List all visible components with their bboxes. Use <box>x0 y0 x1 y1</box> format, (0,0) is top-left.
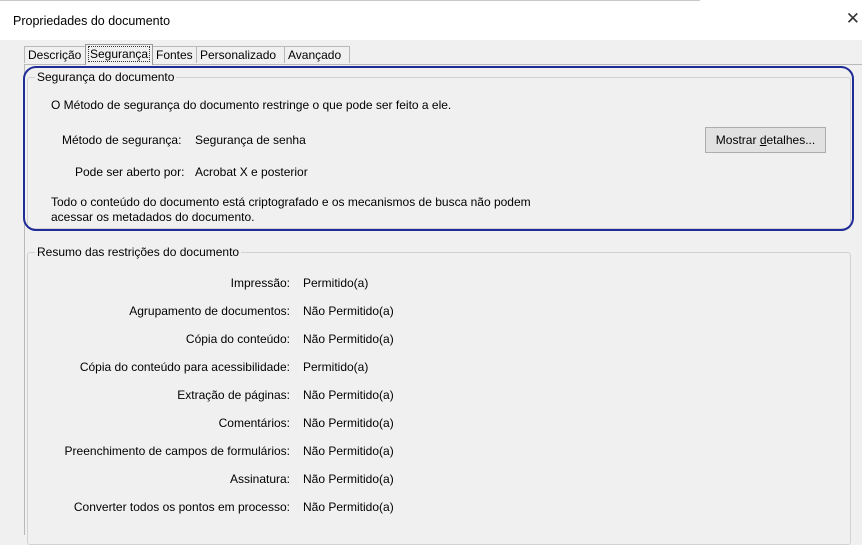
restriction-label-comentarios: Comentários: <box>218 416 290 430</box>
dialog-titlebar: Propriedades do documento ✕ <box>0 0 862 40</box>
restriction-label-impressao: Impressão: <box>230 276 290 290</box>
tab-label: Avançado <box>288 48 342 62</box>
security-group-title: Segurança do documento <box>37 70 175 84</box>
restriction-label-formularios: Preenchimento de campos de formulários: <box>64 444 290 458</box>
tab-label: Segurança <box>87 46 151 62</box>
restrictions-group-title: Resumo das restrições do documento <box>37 245 240 259</box>
show-details-button[interactable]: Mostrar detalhes... <box>705 127 826 153</box>
restriction-label-assinatura: Assinatura: <box>229 472 290 486</box>
opened-by-label: Pode ser aberto por: <box>75 165 185 179</box>
restriction-value-converter: Não Permitido(a) <box>303 500 394 514</box>
tab-fontes[interactable]: Fontes <box>152 46 197 63</box>
close-icon[interactable]: ✕ <box>846 10 860 27</box>
opened-by-value: Acrobat X e posterior <box>195 165 308 179</box>
restriction-label-agrupamento: Agrupamento de documentos: <box>129 304 290 318</box>
show-details-accel: d <box>759 133 767 147</box>
restriction-value-comentarios: Não Permitido(a) <box>303 416 394 430</box>
method-value: Segurança de senha <box>195 133 306 147</box>
tab-avancado[interactable]: Avançado <box>284 46 350 63</box>
restriction-value-extracao: Não Permitido(a) <box>303 388 394 402</box>
encryption-text-line2: acessar os metadados do documento. <box>51 210 255 224</box>
restriction-value-assinatura: Não Permitido(a) <box>303 472 394 486</box>
dialog-title: Propriedades do documento <box>13 14 171 28</box>
show-details-prefix: Mostrar <box>715 133 760 147</box>
security-intro-text: O Método de segurança do documento restr… <box>51 98 452 112</box>
tab-label: Fontes <box>156 48 193 62</box>
method-label: Método de segurança: <box>62 133 182 147</box>
restriction-label-acessibilidade: Cópia do conteúdo para acessibilidade: <box>79 360 290 374</box>
top-border-line <box>0 0 700 1</box>
encryption-text-line1: Todo o conteúdo do documento está cripto… <box>51 195 531 209</box>
restriction-value-impressao: Permitido(a) <box>303 276 369 290</box>
restriction-value-acessibilidade: Permitido(a) <box>303 360 369 374</box>
restriction-label-converter: Converter todos os pontos em processo: <box>73 500 290 514</box>
restriction-label-extracao: Extração de páginas: <box>177 388 290 402</box>
tab-label: Descrição <box>28 48 82 62</box>
restriction-label-copia: Cópia do conteúdo: <box>185 332 290 346</box>
tab-seguranca[interactable]: Segurança <box>85 44 153 65</box>
show-details-suffix: etalhes... <box>766 133 816 147</box>
tab-descricao[interactable]: Descrição <box>24 46 86 63</box>
restriction-value-agrupamento: Não Permitido(a) <box>303 304 394 318</box>
tab-personalizado[interactable]: Personalizado <box>196 46 285 63</box>
restriction-value-formularios: Não Permitido(a) <box>303 444 394 458</box>
tab-label: Personalizado <box>200 48 277 62</box>
restriction-value-copia: Não Permitido(a) <box>303 332 394 346</box>
